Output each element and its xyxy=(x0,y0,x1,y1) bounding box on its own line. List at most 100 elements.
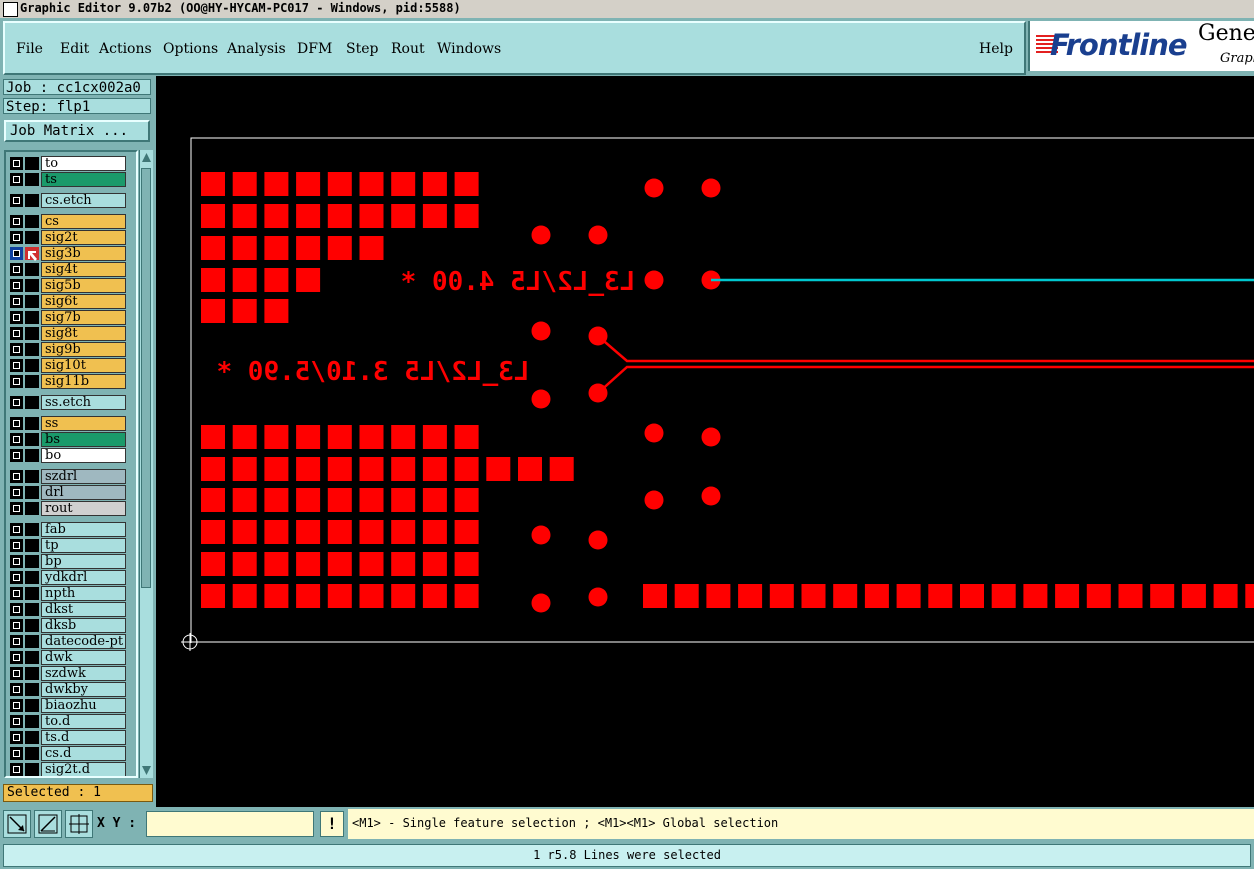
smd-pad[interactable] xyxy=(232,425,257,449)
smd-pad[interactable] xyxy=(232,552,257,576)
menu-options[interactable]: Options xyxy=(163,41,218,57)
layer-marker[interactable] xyxy=(25,295,39,308)
smd-pad[interactable] xyxy=(391,457,416,481)
signal-trace[interactable] xyxy=(597,335,1254,363)
smd-pad[interactable] xyxy=(422,552,447,576)
layer-row-sig9b[interactable]: sig9b xyxy=(8,342,126,357)
layer-checkbox[interactable] xyxy=(10,231,23,244)
smd-pad[interactable] xyxy=(1150,584,1175,608)
smd-pad[interactable] xyxy=(359,584,384,608)
smd-pad[interactable] xyxy=(201,172,225,196)
layer-row-cs.etch[interactable]: cs.etch xyxy=(8,193,126,208)
smd-pad[interactable] xyxy=(201,299,225,323)
via-pad[interactable] xyxy=(701,427,721,447)
layer-checkbox[interactable] xyxy=(10,396,23,409)
smd-pad[interactable] xyxy=(359,520,384,544)
via-pad[interactable] xyxy=(644,423,664,443)
smd-pad[interactable] xyxy=(454,172,479,196)
layer-checkbox[interactable] xyxy=(10,555,23,568)
smd-pad[interactable] xyxy=(201,488,225,512)
layer-checkbox[interactable] xyxy=(10,215,23,228)
smd-pad[interactable] xyxy=(201,268,225,292)
smd-pad[interactable] xyxy=(359,172,384,196)
layer-checkbox[interactable] xyxy=(10,417,23,430)
smd-pad[interactable] xyxy=(359,552,384,576)
layer-checkbox[interactable] xyxy=(10,539,23,552)
smd-pad[interactable] xyxy=(454,425,479,449)
via-pad[interactable] xyxy=(701,178,721,198)
layer-row-cs.d[interactable]: cs.d xyxy=(8,746,126,761)
smd-pad[interactable] xyxy=(422,204,447,228)
layer-checkbox[interactable] xyxy=(10,433,23,446)
layer-row-ss.etch[interactable]: ss.etch xyxy=(8,395,126,410)
layer-checkbox[interactable] xyxy=(10,502,23,515)
via-pad[interactable] xyxy=(531,593,551,613)
smd-pad[interactable] xyxy=(296,268,321,292)
smd-pad[interactable] xyxy=(232,204,257,228)
smd-pad[interactable] xyxy=(706,584,731,608)
layer-checkbox[interactable] xyxy=(10,327,23,340)
smd-pad[interactable] xyxy=(769,584,794,608)
smd-pad[interactable] xyxy=(454,552,479,576)
layer-checkbox[interactable] xyxy=(10,173,23,186)
smd-pad[interactable] xyxy=(391,172,416,196)
snap-button[interactable] xyxy=(65,810,93,838)
smd-pad[interactable] xyxy=(391,584,416,608)
smd-pad[interactable] xyxy=(232,268,257,292)
layer-checkbox[interactable] xyxy=(10,194,23,207)
smd-pad[interactable] xyxy=(296,520,321,544)
graphic-canvas[interactable]: L3_L2/L5 4.00 * L3_L2/L5 3.10/5.90 * xyxy=(156,76,1254,807)
layer-marker[interactable] xyxy=(25,470,39,483)
smd-pad[interactable] xyxy=(264,520,289,544)
smd-pad[interactable] xyxy=(296,172,321,196)
smd-pad[interactable] xyxy=(454,488,479,512)
measure-button[interactable] xyxy=(34,810,62,838)
menu-windows[interactable]: Windows xyxy=(437,41,501,57)
layer-row-ss[interactable]: ss xyxy=(8,416,126,431)
layer-row-bp[interactable]: bp xyxy=(8,554,126,569)
layer-checkbox[interactable] xyxy=(10,157,23,170)
layer-row-ts[interactable]: ts xyxy=(8,172,126,187)
smd-pad[interactable] xyxy=(264,488,289,512)
layer-marker[interactable] xyxy=(25,699,39,712)
menu-file[interactable]: File xyxy=(16,41,43,57)
smd-pad[interactable] xyxy=(674,584,699,608)
menu-actions[interactable]: Actions xyxy=(99,41,152,57)
via-pad[interactable] xyxy=(644,490,664,510)
layer-marker[interactable] xyxy=(25,231,39,244)
layer-row-ydkdrl[interactable]: ydkdrl xyxy=(8,570,126,585)
smd-pad[interactable] xyxy=(232,236,257,260)
layer-marker[interactable] xyxy=(25,523,39,536)
xy-input[interactable] xyxy=(146,811,314,837)
layer-checkbox[interactable] xyxy=(10,295,23,308)
layer-row-bs[interactable]: bs xyxy=(8,432,126,447)
layer-marker[interactable] xyxy=(25,587,39,600)
layer-marker[interactable] xyxy=(25,247,39,261)
via-pad[interactable] xyxy=(644,178,664,198)
job-matrix-button[interactable]: Job Matrix ... xyxy=(4,120,150,142)
smd-pad[interactable] xyxy=(738,584,763,608)
smd-pad[interactable] xyxy=(264,425,289,449)
layer-row-to[interactable]: to xyxy=(8,156,126,171)
smd-pad[interactable] xyxy=(359,425,384,449)
layer-row-dkst[interactable]: dkst xyxy=(8,602,126,617)
layer-marker[interactable] xyxy=(25,603,39,616)
layer-checkbox[interactable] xyxy=(10,343,23,356)
menu-rout[interactable]: Rout xyxy=(391,41,425,57)
smd-pad[interactable] xyxy=(359,488,384,512)
smd-pad[interactable] xyxy=(518,457,542,481)
layer-marker[interactable] xyxy=(25,715,39,728)
layer-checkbox[interactable] xyxy=(10,747,23,760)
zoom-fit-button[interactable] xyxy=(3,810,31,838)
layer-checkbox[interactable] xyxy=(10,247,23,260)
layer-checkbox[interactable] xyxy=(10,263,23,276)
layer-row-sig7b[interactable]: sig7b xyxy=(8,310,126,325)
layer-marker[interactable] xyxy=(25,157,39,170)
smd-pad[interactable] xyxy=(232,488,257,512)
smd-pad[interactable] xyxy=(232,520,257,544)
layer-row-sig4t[interactable]: sig4t xyxy=(8,262,126,277)
via-pad[interactable] xyxy=(701,486,721,506)
smd-pad[interactable] xyxy=(991,584,1016,608)
layer-marker[interactable] xyxy=(25,486,39,499)
layer-marker[interactable] xyxy=(25,279,39,292)
